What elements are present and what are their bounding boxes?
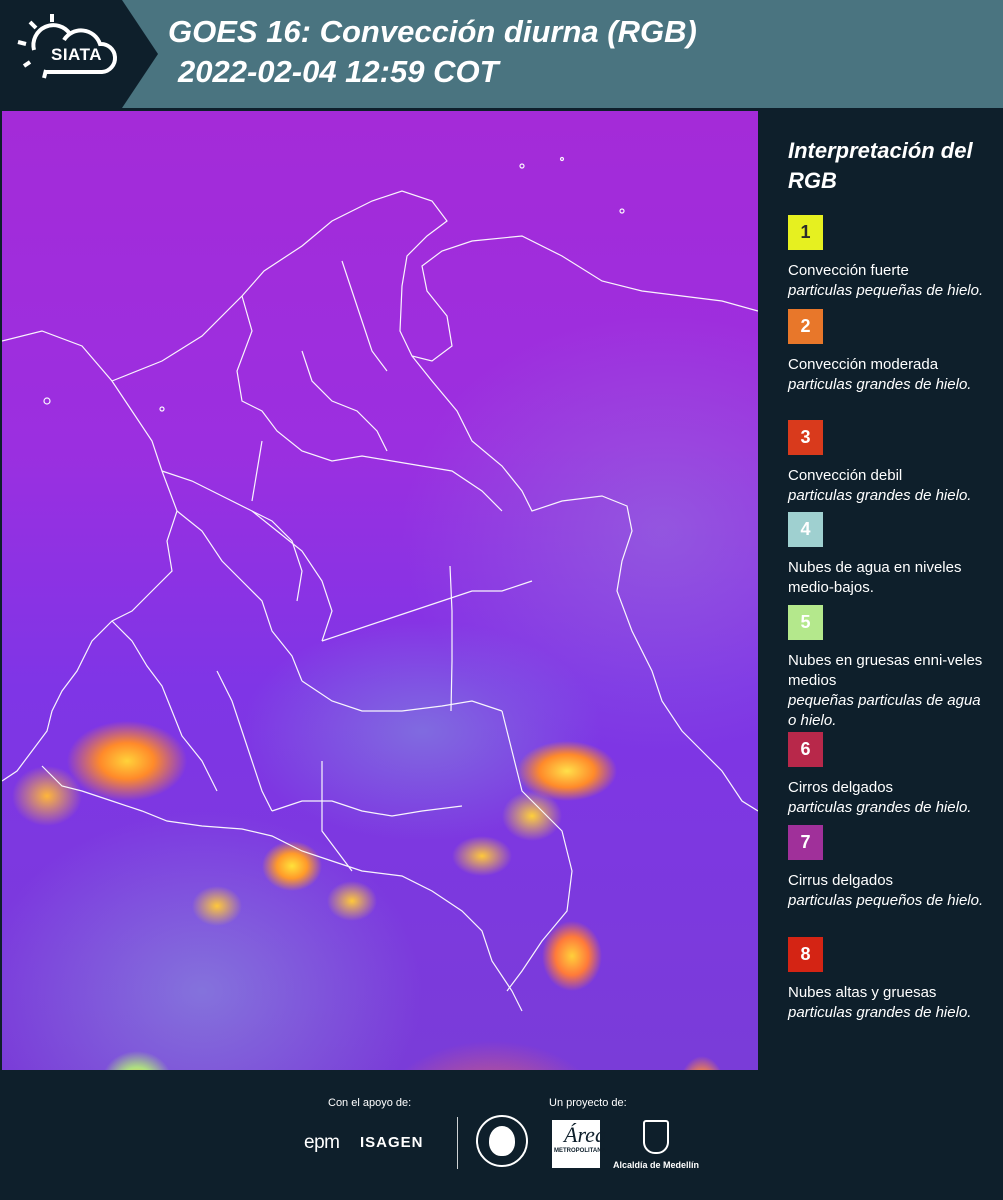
legend-item-description: pequeñas particulas de agua o hielo. bbox=[788, 692, 981, 729]
page-timestamp: 2022-02-04 12:59 COT bbox=[178, 54, 499, 89]
legend-swatch: 5 bbox=[788, 605, 823, 640]
legend-item: 1 Convección fuerte particulas pequeñas de… bbox=[788, 215, 993, 301]
legend-swatch: 2 bbox=[788, 309, 823, 344]
legend-item: 3 Convección debil particulas grandes de h… bbox=[788, 420, 993, 506]
project-label: Un proyecto de: bbox=[549, 1097, 627, 1109]
legend-swatch: 6 bbox=[788, 732, 823, 767]
medellin-shield-icon bbox=[643, 1120, 669, 1154]
legend-item-description: particulas grandes de hielo. bbox=[788, 799, 972, 816]
legend-swatch: 7 bbox=[788, 825, 823, 860]
legend-item-name: Convección debil bbox=[788, 467, 903, 484]
legend-item: 4 Nubes de agua en niveles medio-bajos. bbox=[788, 512, 993, 598]
legend-item: 8 Nubes altas y gruesas particulas grandes… bbox=[788, 937, 993, 1023]
legend-item: 6 Cirros delgados particulas grandes de hi… bbox=[788, 732, 993, 818]
logo-text: SIATA bbox=[51, 45, 102, 64]
legend-item-name: Nubes en gruesas enni-veles medios bbox=[788, 652, 983, 689]
legend-swatch: 8 bbox=[788, 937, 823, 972]
legend-item-description: particulas pequeños de hielo. bbox=[788, 892, 984, 909]
country-borders bbox=[2, 156, 758, 1012]
legend-item-name: Nubes de agua en niveles medio-bajos. bbox=[788, 559, 962, 596]
legend-item-description: particulas pequeñas de hielo. bbox=[788, 282, 984, 299]
legend-item-name: Convección fuerte bbox=[788, 262, 909, 279]
legend-swatch: 4 bbox=[788, 512, 823, 547]
footer: Con el apoyo de: Un proyecto de: epm ISA… bbox=[0, 1070, 1003, 1200]
area-metropolitana-logo: Área METROPOLITANA bbox=[552, 1120, 606, 1168]
isagen-logo: ISAGEN bbox=[360, 1134, 424, 1151]
legend-item-name: Nubes altas y gruesas bbox=[788, 984, 937, 1001]
legend-item-name: Cirros delgados bbox=[788, 779, 894, 796]
medellin-logo-label: Alcaldía de Medellín bbox=[613, 1160, 700, 1170]
legend-item: 7 Cirrus delgados particulas pequeños de h… bbox=[788, 825, 993, 911]
siata-logo: SIATA bbox=[0, 0, 158, 108]
legend-item-name: Cirrus delgados bbox=[788, 872, 894, 889]
legend-item: 2 Convección moderada particulas grandes d… bbox=[788, 309, 993, 395]
support-label: Con el apoyo de: bbox=[328, 1097, 412, 1109]
legend-swatch: 3 bbox=[788, 420, 823, 455]
legend-item-description: particulas grandes de hielo. bbox=[788, 487, 972, 504]
legend-item-description: particulas grandes de hielo. bbox=[788, 1004, 972, 1021]
epm-logo: epm bbox=[304, 1132, 340, 1153]
legend-swatch: 1 bbox=[788, 215, 823, 250]
legend-item-name: Convección moderada bbox=[788, 356, 939, 373]
legend-title: Interpretación del RGB bbox=[788, 138, 973, 193]
legend-item: 5 Nubes en gruesas enni-veles medios peque… bbox=[788, 605, 993, 731]
satellite-map bbox=[2, 111, 758, 1070]
university-seal-icon bbox=[476, 1115, 528, 1167]
footer-divider bbox=[457, 1117, 458, 1169]
page-title: GOES 16: Convección diurna (RGB) bbox=[168, 14, 697, 49]
header-bar: SIATA GOES 16: Convección diurna (RGB) 2… bbox=[0, 0, 1003, 108]
legend-item-description: particulas grandes de hielo. bbox=[788, 376, 972, 393]
